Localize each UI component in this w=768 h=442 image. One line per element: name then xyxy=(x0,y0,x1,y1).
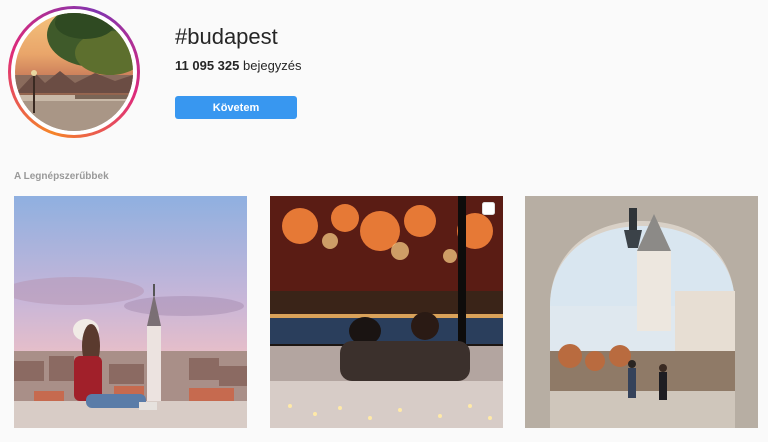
post-count-number: 11 095 325 xyxy=(175,58,240,73)
post-tile-1[interactable] xyxy=(14,196,247,428)
hashtag-avatar-image xyxy=(15,13,133,131)
post-tile-3[interactable] xyxy=(525,196,758,428)
top-posts-heading: A Legnépszerűbbek xyxy=(14,171,109,182)
follow-button[interactable]: Követem xyxy=(175,96,297,119)
post-count: 11 095 325 bejegyzés xyxy=(175,58,302,73)
multiple-posts-icon xyxy=(482,202,495,215)
post-count-label: bejegyzés xyxy=(242,58,302,73)
hashtag-avatar-ring xyxy=(8,6,140,138)
top-posts-grid xyxy=(14,196,758,428)
hashtag-title: #budapest xyxy=(175,24,278,49)
hashtag-header: #budapest 11 095 325 bejegyzés Követem xyxy=(0,0,768,150)
post-tile-2[interactable] xyxy=(270,196,503,428)
